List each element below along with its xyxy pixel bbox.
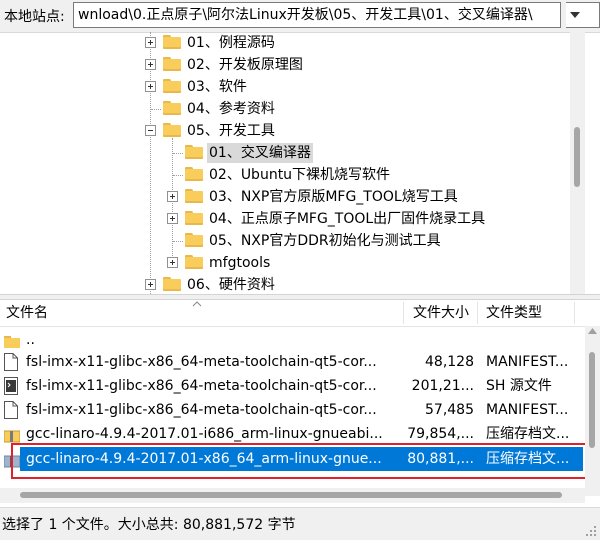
file-name: fsl-imx-x11-glibc-x86_64-meta-toolchain-… <box>26 354 377 370</box>
file-size: 57,485 <box>425 402 474 418</box>
tree-item[interactable]: 05、NXP官方DDR初始化与测试工具 <box>0 230 570 252</box>
shell-script-icon <box>4 377 18 395</box>
tree-item[interactable]: 03、NXP官方原版MFG_TOOL烧写工具 <box>0 186 570 208</box>
tree-item-label[interactable]: 03、软件 <box>185 77 249 97</box>
tree-item[interactable]: 06、硬件资料 <box>0 274 570 294</box>
path-label: 本地站点: <box>4 9 65 25</box>
tree-item-label[interactable]: 05、开发工具 <box>185 121 277 141</box>
file-list-hscrollbar[interactable] <box>0 488 585 503</box>
folder-icon <box>185 189 203 203</box>
folder-icon <box>163 35 181 49</box>
tree-item-label[interactable]: 04、正点原子MFG_TOOL出厂固件烧录工具 <box>207 209 487 229</box>
folder-icon <box>163 57 181 71</box>
file-name: fsl-imx-x11-glibc-x86_64-meta-toolchain-… <box>26 378 377 394</box>
tree-scrollbar-thumb[interactable] <box>574 127 580 187</box>
document-icon <box>4 353 18 371</box>
file-type: MANIFEST... <box>486 402 569 418</box>
path-input[interactable]: wnload\0.正点原子\阿尔法Linux开发板\05、开发工具\01、交叉编… <box>73 2 561 28</box>
tree-item[interactable]: 03、软件 <box>0 76 570 98</box>
file-row[interactable]: fsl-imx-x11-glibc-x86_64-meta-toolchain-… <box>0 374 585 398</box>
document-icon <box>4 401 18 419</box>
tree-item-label[interactable]: 03、NXP官方原版MFG_TOOL烧写工具 <box>207 187 460 207</box>
expand-toggle[interactable] <box>145 81 156 92</box>
tree-item-selected[interactable]: 01、交叉编译器 <box>0 142 570 164</box>
status-text: 选择了 1 个文件。大小总共: 80,881,572 字节 <box>2 517 296 533</box>
folder-icon <box>185 145 203 159</box>
file-row-parent[interactable]: .. <box>0 328 585 352</box>
tree-scrollbar[interactable] <box>570 32 585 294</box>
folder-icon <box>163 79 181 93</box>
parent-folder-icon <box>4 331 20 349</box>
tree-item-label[interactable]: 06、硬件资料 <box>185 275 277 294</box>
collapse-toggle[interactable] <box>145 125 156 136</box>
file-type: SH 源文件 <box>486 378 552 394</box>
file-size: 48,128 <box>425 354 474 370</box>
folder-icon <box>185 211 203 225</box>
expand-toggle[interactable] <box>145 59 156 70</box>
status-bar: 选择了 1 个文件。大小总共: 80,881,572 字节 <box>0 507 600 540</box>
expand-toggle[interactable] <box>145 279 156 290</box>
resize-grip-icon[interactable] <box>585 525 597 537</box>
file-list-scrollbar-thumb[interactable] <box>589 352 595 448</box>
file-row[interactable]: fsl-imx-x11-glibc-x86_64-meta-toolchain-… <box>0 350 585 374</box>
tree-item[interactable]: 05、开发工具 <box>0 120 570 142</box>
tree-item[interactable]: 02、Ubuntu下裸机烧写软件 <box>0 164 570 186</box>
column-header-type[interactable]: 文件类型 <box>486 300 542 326</box>
tree-item-label[interactable]: 04、参考资料 <box>185 99 277 119</box>
path-bar: 本地站点: wnload\0.正点原子\阿尔法Linux开发板\05、开发工具\… <box>0 0 600 33</box>
folder-icon <box>185 233 203 247</box>
tree-item[interactable]: 02、开发板原理图 <box>0 54 570 76</box>
tree-item-label[interactable]: 02、开发板原理图 <box>185 55 305 75</box>
tree-item-label[interactable]: 02、Ubuntu下裸机烧写软件 <box>207 165 392 185</box>
column-header-size[interactable]: 文件大小 <box>413 300 469 326</box>
tree-item[interactable]: 01、例程源码 <box>0 32 570 54</box>
folder-icon <box>163 123 181 137</box>
column-header-name[interactable]: 文件名 <box>6 300 48 326</box>
folder-icon <box>185 167 203 181</box>
scroll-up-arrow-icon[interactable] <box>588 328 597 334</box>
file-type: MANIFEST... <box>486 354 569 370</box>
file-list-hscrollbar-thumb[interactable] <box>20 492 562 498</box>
tree-item[interactable]: 04、参考资料 <box>0 98 570 120</box>
file-list-header: 文件名 文件大小 文件类型 <box>0 300 600 327</box>
chevron-down-icon <box>570 12 580 18</box>
folder-icon <box>163 101 181 115</box>
file-size: 201,21... <box>411 378 474 394</box>
sort-ascending-icon <box>192 301 202 307</box>
tree-item[interactable]: mfgtools <box>0 252 570 274</box>
tree-item[interactable]: 04、正点原子MFG_TOOL出厂固件烧录工具 <box>0 208 570 230</box>
folder-icon <box>163 277 181 291</box>
expand-toggle[interactable] <box>167 213 178 224</box>
folder-icon <box>185 255 203 269</box>
expand-toggle[interactable] <box>145 37 156 48</box>
tree-item-label[interactable]: 01、例程源码 <box>185 33 277 53</box>
highlight-box <box>11 443 587 479</box>
file-row[interactable]: fsl-imx-x11-glibc-x86_64-meta-toolchain-… <box>0 398 585 422</box>
tree-item-label[interactable]: 05、NXP官方DDR初始化与测试工具 <box>207 231 443 251</box>
file-name: fsl-imx-x11-glibc-x86_64-meta-toolchain-… <box>26 402 377 418</box>
path-dropdown-button[interactable] <box>566 2 600 28</box>
tree-item-label[interactable]: mfgtools <box>207 253 272 273</box>
expand-toggle[interactable] <box>167 257 178 268</box>
expand-toggle[interactable] <box>167 191 178 202</box>
file-list-scrollbar[interactable] <box>585 326 600 496</box>
tree-item-label[interactable]: 01、交叉编译器 <box>207 143 313 163</box>
archive-icon <box>3 425 21 443</box>
folder-tree: 01、例程源码 02、开发板原理图 03、软件 04、参考资料 05、开发工具 … <box>0 32 600 294</box>
file-name: .. <box>26 332 35 348</box>
